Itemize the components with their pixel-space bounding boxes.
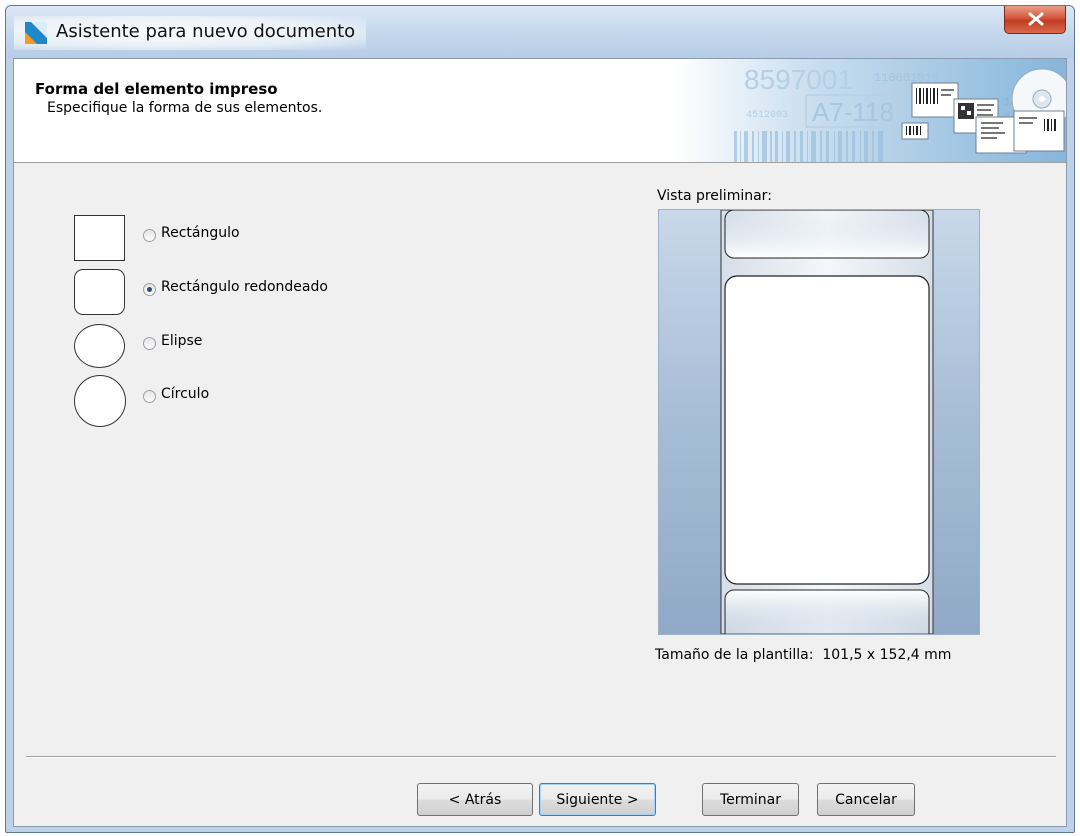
next-button[interactable]: Siguiente > <box>539 783 656 816</box>
rectangle-icon <box>74 215 125 261</box>
banner-number-1: 8597001 <box>744 64 853 95</box>
window-title: Asistente para nuevo documento <box>56 21 356 42</box>
banner-number-2: A7-118 <box>812 97 894 127</box>
rounded-rectangle-icon <box>74 269 125 315</box>
option-label-ellipse[interactable]: Elipse <box>161 333 202 349</box>
app-logo-icon <box>25 22 47 44</box>
wizard-header: Forma del elemento impreso Especifique l… <box>14 59 1066 163</box>
banner-number-4: 4512003 <box>746 110 788 121</box>
option-label-rectangle[interactable]: Rectángulo <box>161 225 240 241</box>
option-label-rounded-rectangle[interactable]: Rectángulo redondeado <box>161 279 328 295</box>
close-icon <box>1028 12 1044 26</box>
page-subtitle: Especifique la forma de sus elementos. <box>47 100 323 116</box>
radio-ellipse[interactable] <box>143 337 156 350</box>
label-preview <box>658 209 980 635</box>
back-button[interactable]: < Atrás <box>417 783 533 816</box>
finish-button[interactable]: Terminar <box>702 783 799 816</box>
radio-rounded-rectangle[interactable] <box>143 283 156 296</box>
barcode-banner-image: 8597001 A7-118 110001010 4512003 1010010… <box>674 59 1066 162</box>
radio-circle[interactable] <box>143 390 156 403</box>
close-button[interactable] <box>1004 6 1066 34</box>
radio-rectangle[interactable] <box>143 229 156 242</box>
ellipse-icon <box>74 324 125 368</box>
title-bar[interactable]: Asistente para nuevo documento <box>6 6 1074 58</box>
page-title: Forma del elemento impreso <box>35 80 278 98</box>
label-roll-preview-image <box>720 210 934 634</box>
preview-label: Vista preliminar: <box>657 188 772 204</box>
circle-icon <box>74 375 126 427</box>
wizard-page: Forma del elemento impreso Especifique l… <box>13 58 1067 827</box>
template-size-caption: Tamaño de la plantilla: 101,5 x 152,4 mm <box>655 647 952 663</box>
option-label-circle[interactable]: Círculo <box>161 386 209 402</box>
footer-separator <box>26 756 1056 758</box>
wizard-window: Asistente para nuevo documento Forma del… <box>5 5 1075 833</box>
cancel-button[interactable]: Cancelar <box>817 783 915 816</box>
